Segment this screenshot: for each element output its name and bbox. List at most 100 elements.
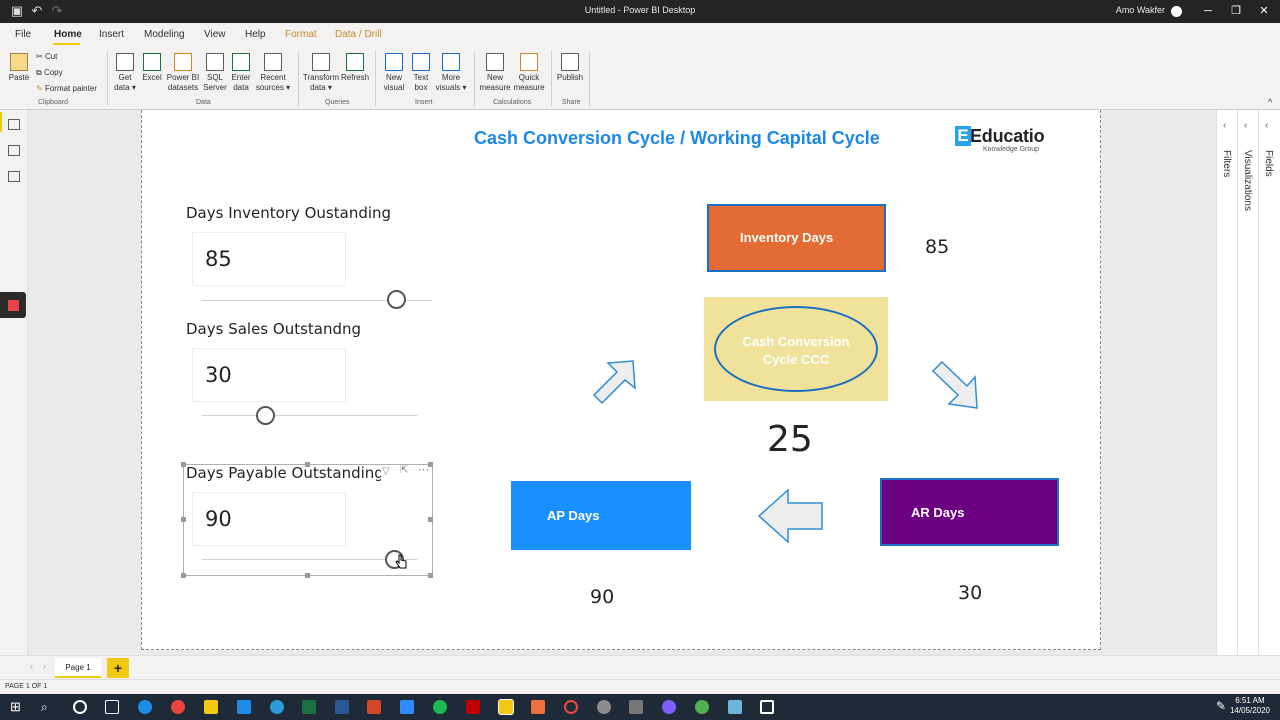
maximize-icon[interactable]: ❐ — [1225, 2, 1247, 20]
spotify-icon[interactable] — [433, 700, 447, 714]
cut-button[interactable]: ✂ Cut — [36, 52, 57, 61]
excel-taskbar-icon[interactable] — [302, 700, 316, 714]
ar-days-shape[interactable]: AR Days — [880, 478, 1059, 546]
filter-icon[interactable]: ▽ — [382, 466, 390, 477]
chevron-left-icon[interactable]: ‹ — [1223, 120, 1226, 131]
get-data-button[interactable]: Get data ▾ — [112, 53, 138, 93]
report-view-icon[interactable] — [8, 119, 20, 130]
inventory-days-value: 85 — [925, 236, 950, 258]
menu-home[interactable]: Home — [54, 29, 82, 40]
edge-icon[interactable] — [138, 700, 152, 714]
group-insert: Insert — [415, 99, 433, 106]
file-explorer-icon[interactable] — [204, 700, 218, 714]
next-page-icon[interactable]: › — [43, 661, 46, 671]
resize-handle[interactable] — [428, 517, 433, 522]
pbi-datasets-button[interactable]: Power BI datasets — [165, 53, 201, 93]
publish-button[interactable]: Publish — [555, 53, 585, 83]
recent-sources-button[interactable]: Recent sources ▾ — [255, 53, 291, 93]
fields-pane[interactable]: ‹ Fields — [1259, 110, 1280, 655]
slicer-value-inventory[interactable]: 85 — [192, 232, 346, 286]
slider-knob-inventory[interactable] — [387, 290, 406, 309]
data-view-icon[interactable] — [8, 145, 20, 156]
new-visual-button[interactable]: New visual — [380, 53, 408, 93]
refresh-icon — [346, 53, 364, 71]
menu-data-drill[interactable]: Data / Drill — [335, 29, 382, 40]
slicer-label-inventory: Days Inventory Oustanding — [186, 204, 392, 222]
add-page-button[interactable]: + — [107, 658, 129, 678]
slicer-value-payable[interactable]: 90 — [192, 492, 346, 546]
filezilla-icon[interactable] — [466, 700, 480, 714]
copy-button[interactable]: ⧉ Copy — [36, 68, 63, 78]
app-icon[interactable] — [270, 700, 284, 714]
prev-page-icon[interactable]: ‹ — [30, 661, 33, 671]
power-bi-icon[interactable] — [498, 699, 514, 715]
enter-data-button[interactable]: Enter data — [229, 53, 253, 93]
resize-handle[interactable] — [428, 573, 433, 578]
record-button[interactable] — [0, 292, 26, 318]
word-icon[interactable] — [335, 700, 349, 714]
powerpoint-icon[interactable] — [367, 700, 381, 714]
format-painter-button[interactable]: ✎ Format painter — [36, 84, 97, 93]
snip-icon[interactable] — [597, 700, 611, 714]
text-box-icon — [412, 53, 430, 71]
ap-days-shape[interactable]: AP Days — [511, 481, 691, 550]
model-view-icon[interactable] — [8, 171, 20, 182]
inventory-days-shape[interactable]: Inventory Days — [707, 204, 886, 272]
zoom-icon[interactable] — [400, 700, 414, 714]
photos-icon[interactable] — [629, 700, 643, 714]
app7-icon[interactable] — [760, 700, 774, 714]
search-icon[interactable]: ⌕ — [41, 700, 55, 714]
resize-handle[interactable] — [181, 517, 186, 522]
app5-icon[interactable] — [695, 700, 709, 714]
ribbon: Paste ✂ Cut ⧉ Copy ✎ Format painter Clip… — [0, 47, 1280, 110]
menu-insert[interactable]: Insert — [99, 29, 124, 40]
close-icon[interactable]: ✕ — [1253, 2, 1275, 20]
chevron-left-icon[interactable]: ‹ — [1244, 120, 1247, 131]
paste-button[interactable]: Paste — [6, 53, 32, 83]
resize-handle[interactable] — [181, 573, 186, 578]
visualizations-pane[interactable]: ‹ Visualizations — [1238, 110, 1259, 655]
slider-knob-sales[interactable] — [256, 406, 275, 425]
arrow-up-right-icon — [592, 360, 636, 405]
resize-handle[interactable] — [305, 573, 310, 578]
transform-data-button[interactable]: Transform data ▾ — [302, 53, 340, 93]
focus-mode-icon[interactable]: ⇱ — [400, 465, 408, 476]
pen-icon[interactable]: ✎ — [1216, 699, 1226, 713]
app4-icon[interactable] — [662, 700, 676, 714]
more-visuals-button[interactable]: More visuals ▾ — [434, 53, 468, 93]
menu-format[interactable]: Format — [285, 29, 317, 40]
chevron-left-icon[interactable]: ‹ — [1265, 120, 1268, 131]
menu-file[interactable]: File — [15, 29, 31, 40]
excel-button[interactable]: Excel — [140, 53, 164, 83]
minimize-icon[interactable]: ─ — [1197, 2, 1219, 20]
view-switcher — [0, 110, 28, 655]
filters-pane[interactable]: ‹ Filters — [1217, 110, 1238, 655]
cortana-icon[interactable] — [73, 700, 87, 714]
collapse-ribbon-icon[interactable]: ^ — [1268, 97, 1272, 107]
menu-view[interactable]: View — [204, 29, 226, 40]
ccc-shape[interactable]: Cash Conversion Cycle CCC — [704, 297, 888, 401]
group-clipboard: Clipboard — [38, 99, 68, 106]
slicer-label-sales: Days Sales Outstandng — [186, 320, 362, 338]
app6-icon[interactable] — [728, 700, 742, 714]
mail-icon[interactable] — [237, 700, 251, 714]
menu-help[interactable]: Help — [245, 29, 266, 40]
quick-measure-button[interactable]: Quick measure — [512, 53, 546, 93]
menu-modeling[interactable]: Modeling — [144, 29, 185, 40]
text-box-button[interactable]: Text box — [409, 53, 433, 93]
sql-server-button[interactable]: SQL Server — [202, 53, 228, 93]
tab-page-1[interactable]: Page 1 — [55, 658, 101, 678]
app3-icon[interactable] — [564, 700, 578, 714]
task-view-icon[interactable] — [105, 700, 119, 714]
chrome-icon[interactable] — [171, 700, 185, 714]
new-measure-button[interactable]: New measure — [478, 53, 512, 93]
system-clock[interactable]: 6:51 AM 14/05/2020 — [1230, 696, 1270, 716]
more-options-icon[interactable]: ⋯ — [418, 463, 429, 476]
slider-track-sales[interactable] — [202, 415, 417, 416]
avatar[interactable] — [1171, 6, 1182, 17]
user-name[interactable]: Amo Wakfer — [1116, 5, 1165, 15]
windows-start-icon[interactable]: ⊞ — [10, 700, 24, 714]
refresh-button[interactable]: Refresh — [341, 53, 369, 83]
app2-icon[interactable] — [531, 700, 545, 714]
slicer-value-sales[interactable]: 30 — [192, 348, 346, 402]
